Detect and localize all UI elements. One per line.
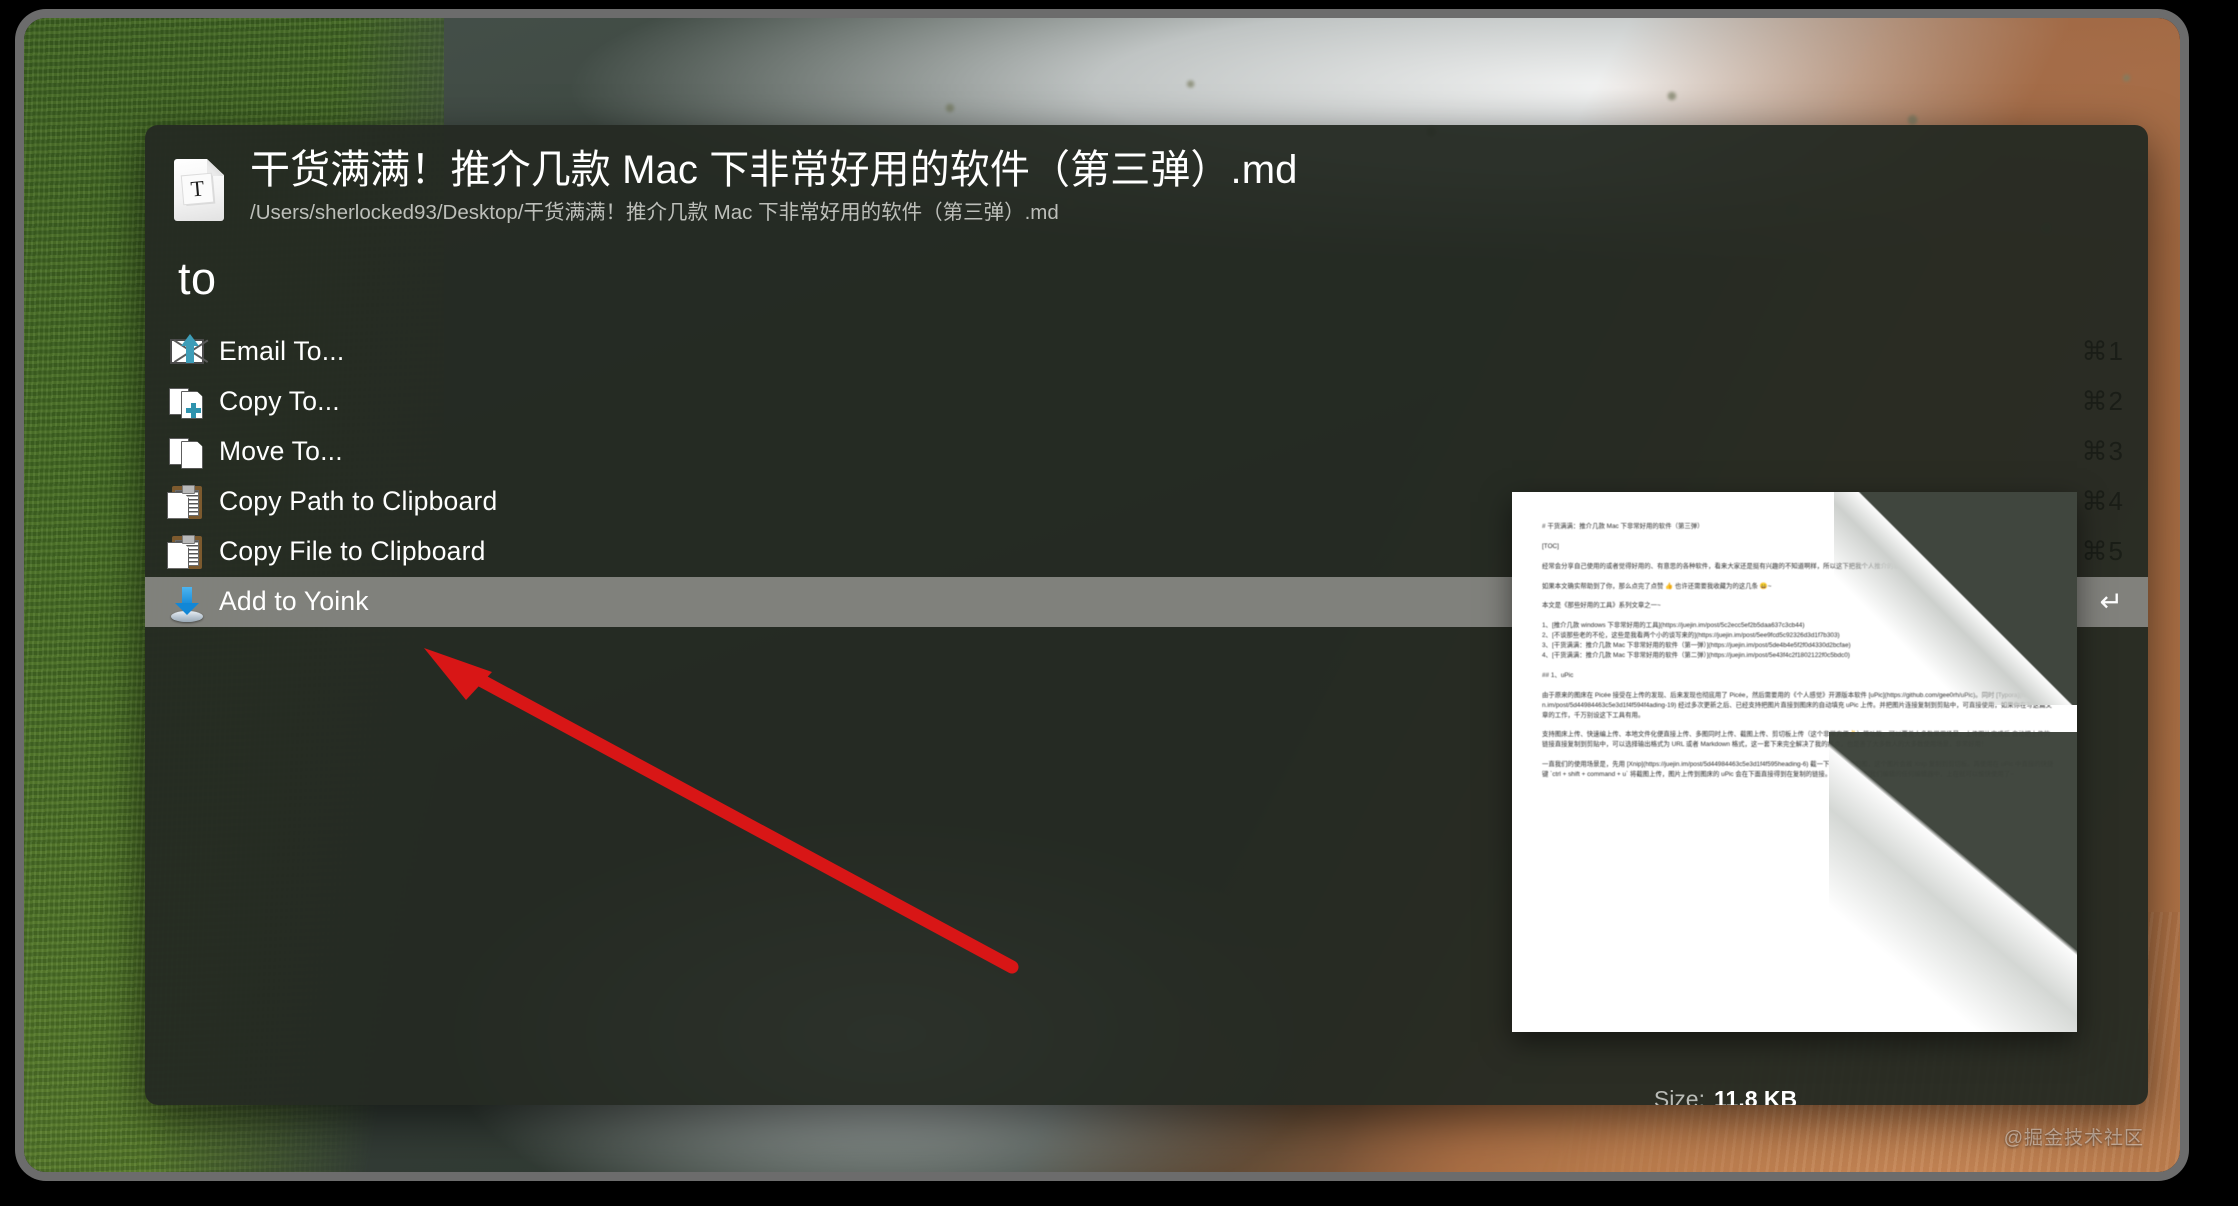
result-row-copy-to[interactable]: Copy To... ⌘2 (145, 377, 2148, 427)
file-path: /Users/sherlocked93/Desktop/干货满满！推介几款 Ma… (250, 201, 1059, 225)
file-metadata-block: Size: 11.8 KB Opens in: Typora.app Creat… (1465, 1080, 2085, 1105)
email-icon (168, 333, 206, 371)
typora-t-glyph: T (181, 173, 214, 205)
page-curl-top-right (1834, 492, 2077, 705)
result-label: Copy To... (219, 386, 340, 417)
metadata-row-size: Size: 11.8 KB (1465, 1080, 2085, 1105)
metadata-label: Size: (1653, 1086, 1705, 1105)
move-to-icon (168, 433, 206, 471)
result-shortcut: ⌘1 (2081, 336, 2124, 367)
result-shortcut: ⌘4 (2081, 486, 2124, 517)
screenshot-frame: T 干货满满！推介几款 Mac 下非常好用的软件（第三弹）.md /Users/… (0, 0, 2238, 1206)
alfred-panel: T 干货满满！推介几款 Mac 下非常好用的软件（第三弹）.md /Users/… (145, 125, 2148, 1105)
result-label: Add to Yoink (219, 586, 369, 617)
typora-document-icon: T (174, 159, 224, 221)
file-title: 干货满满！推介几款 Mac 下非常好用的软件（第三弹）.md (250, 148, 1298, 192)
watermark: @掘金技术社区 (2003, 1128, 2144, 1149)
result-shortcut: ⌘2 (2081, 386, 2124, 417)
file-preview-thumbnail: # 干货满满：推介几款 Mac 下非常好用的软件（第三弹） [TOC] 经常会分… (1512, 492, 2077, 1032)
copy-to-icon (168, 383, 206, 421)
result-label: Copy Path to Clipboard (219, 486, 498, 517)
return-key-icon: ↵ (2099, 586, 2124, 618)
search-query-input[interactable]: to (145, 227, 2148, 305)
file-title-block: 干货满满！推介几款 Mac 下非常好用的软件（第三弹）.md /Users/sh… (250, 147, 1297, 227)
result-label: Email To... (219, 336, 345, 367)
page-curl-bottom-right (1829, 732, 2077, 1032)
result-label: Move To... (219, 436, 343, 467)
alfred-file-header: T 干货满满！推介几款 Mac 下非常好用的软件（第三弹）.md /Users/… (145, 125, 2148, 227)
metadata-value: 11.8 KB (1714, 1086, 1798, 1105)
result-shortcut: ⌘3 (2081, 436, 2124, 467)
result-row-move-to[interactable]: Move To... ⌘3 (145, 427, 2148, 477)
result-label: Copy File to Clipboard (219, 536, 486, 567)
clipboard-file-icon (167, 533, 206, 571)
yoink-icon (171, 585, 209, 623)
result-row-email-to[interactable]: Email To... ⌘1 (145, 327, 2148, 377)
result-shortcut: ⌘5 (2081, 536, 2124, 567)
screen-bezel: T 干货满满！推介几款 Mac 下非常好用的软件（第三弹）.md /Users/… (24, 18, 2180, 1172)
clipboard-path-icon (167, 483, 206, 521)
